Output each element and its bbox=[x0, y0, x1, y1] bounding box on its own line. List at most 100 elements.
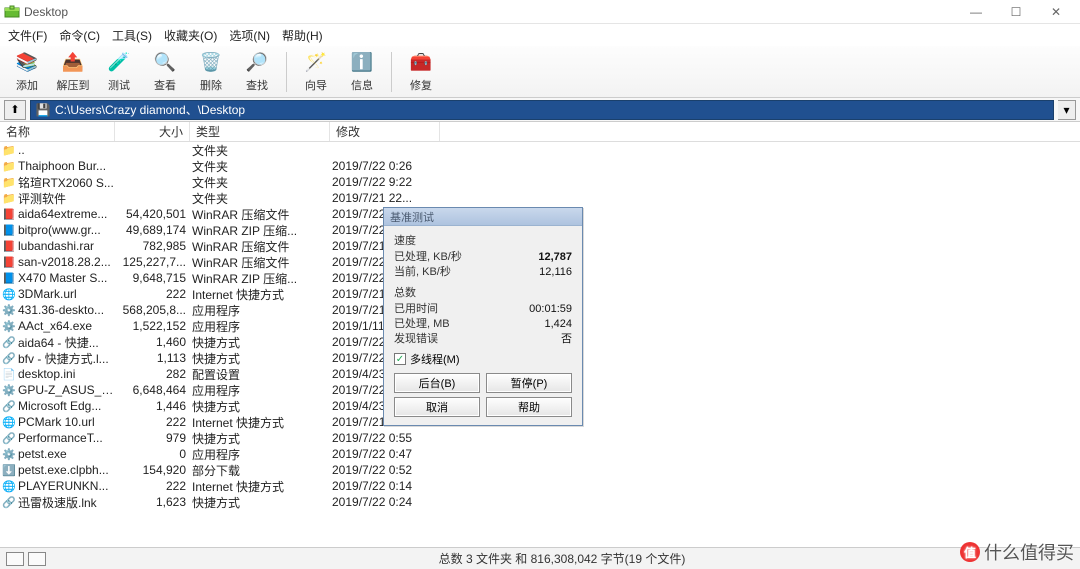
file-size: 222 bbox=[117, 287, 192, 301]
folder-icon: 📁 bbox=[2, 159, 16, 173]
file-size: 979 bbox=[117, 431, 192, 445]
file-type: 配置设置 bbox=[192, 366, 332, 383]
minimize-button[interactable]: — bbox=[956, 0, 996, 24]
dialog-multithread-label: 多线程(M) bbox=[410, 351, 460, 367]
file-size: 6,648,464 bbox=[117, 383, 192, 397]
file-name: lubandashi.rar bbox=[18, 239, 117, 253]
file-row[interactable]: 🌐PLAYERUNKN...222Internet 快捷方式2019/7/22 … bbox=[0, 478, 1080, 494]
dialog-background-button[interactable]: 后台(B) bbox=[394, 373, 480, 393]
dialog-multithread-checkbox[interactable]: ✓ 多线程(M) bbox=[394, 351, 572, 367]
file-size: 154,920 bbox=[117, 463, 192, 477]
file-row[interactable]: 📁..文件夹 bbox=[0, 142, 1080, 158]
file-size: 568,205,8... bbox=[117, 303, 192, 317]
path-box[interactable]: 💾 C:\Users\Crazy diamond、\Desktop bbox=[30, 100, 1054, 120]
toolbar-test-label: 测试 bbox=[108, 77, 130, 93]
toolbar-add-button[interactable]: 📚 添加 bbox=[6, 48, 48, 96]
file-row[interactable]: 📁铭瑄RTX2060 S...文件夹2019/7/22 9:22 bbox=[0, 174, 1080, 190]
menu-help[interactable]: 帮助(H) bbox=[282, 27, 323, 44]
col-size[interactable]: 大小 bbox=[115, 122, 190, 141]
path-text: C:\Users\Crazy diamond、\Desktop bbox=[55, 101, 245, 118]
file-row[interactable]: ⬇️petst.exe.clpbh...154,920部分下载2019/7/22… bbox=[0, 462, 1080, 478]
zip-icon: 📘 bbox=[2, 271, 16, 285]
file-name: Microsoft Edg... bbox=[18, 399, 117, 413]
toolbar-add-label: 添加 bbox=[16, 77, 38, 93]
menu-command[interactable]: 命令(C) bbox=[59, 27, 100, 44]
statusbar: 总数 3 文件夹 和 816,308,042 字节(19 个文件) bbox=[0, 547, 1080, 569]
ini-icon: 📄 bbox=[2, 367, 16, 381]
lnk-icon: 🔗 bbox=[2, 495, 16, 509]
file-row[interactable]: 🔗PerformanceT...979快捷方式2019/7/22 0:55 bbox=[0, 430, 1080, 446]
toolbar-extract-button[interactable]: 📤 解压到 bbox=[52, 48, 94, 96]
file-type: WinRAR 压缩文件 bbox=[192, 206, 332, 223]
view-icon: 🔍 bbox=[153, 51, 177, 75]
col-modified[interactable]: 修改 bbox=[330, 122, 440, 141]
dialog-title[interactable]: 基准测试 bbox=[384, 208, 582, 226]
toolbar-repair-label: 修复 bbox=[410, 77, 432, 93]
toolbar-wizard-button[interactable]: 🪄 向导 bbox=[295, 48, 337, 96]
menu-options[interactable]: 选项(N) bbox=[229, 27, 270, 44]
close-button[interactable]: ✕ bbox=[1036, 0, 1076, 24]
dialog-cancel-button[interactable]: 取消 bbox=[394, 397, 480, 417]
file-type: 快捷方式 bbox=[192, 494, 332, 511]
status-slot bbox=[6, 552, 24, 566]
dialog-pause-button[interactable]: 暂停(P) bbox=[486, 373, 572, 393]
col-type[interactable]: 类型 bbox=[190, 122, 330, 141]
file-type: Internet 快捷方式 bbox=[192, 286, 332, 303]
file-name: desktop.ini bbox=[18, 367, 117, 381]
exe-icon: ⚙️ bbox=[2, 319, 16, 333]
file-row[interactable]: ⚙️petst.exe0应用程序2019/7/22 0:47 bbox=[0, 446, 1080, 462]
file-row[interactable]: 🔗迅雷极速版.lnk1,623快捷方式2019/7/22 0:24 bbox=[0, 494, 1080, 510]
drive-icon: 💾 bbox=[35, 103, 51, 117]
lnk-icon: 🔗 bbox=[2, 351, 16, 365]
file-type: 文件夹 bbox=[192, 174, 332, 191]
file-type: WinRAR ZIP 压缩... bbox=[192, 270, 332, 287]
menu-file[interactable]: 文件(F) bbox=[8, 27, 47, 44]
toolbar-test-button[interactable]: 🧪 测试 bbox=[98, 48, 140, 96]
file-size: 1,446 bbox=[117, 399, 192, 413]
toolbar-view-button[interactable]: 🔍 查看 bbox=[144, 48, 186, 96]
part-icon: ⬇️ bbox=[2, 463, 16, 477]
dialog-processed-mb-label: 已处理, MB bbox=[394, 317, 450, 332]
file-name: PCMark 10.url bbox=[18, 415, 117, 429]
window-title: Desktop bbox=[24, 5, 68, 19]
file-size: 54,420,501 bbox=[117, 207, 192, 221]
file-row[interactable]: 📁Thaiphoon Bur...文件夹2019/7/22 0:26 bbox=[0, 158, 1080, 174]
file-type: 快捷方式 bbox=[192, 334, 332, 351]
file-modified: 2019/7/22 0:55 bbox=[332, 431, 442, 445]
file-name: PerformanceT... bbox=[18, 431, 117, 445]
menu-tools[interactable]: 工具(S) bbox=[112, 27, 152, 44]
dialog-help-button[interactable]: 帮助 bbox=[486, 397, 572, 417]
file-size: 1,460 bbox=[117, 335, 192, 349]
maximize-button[interactable]: ☐ bbox=[996, 0, 1036, 24]
toolbar-delete-button[interactable]: 🗑️ 删除 bbox=[190, 48, 232, 96]
rar-icon: 📕 bbox=[2, 239, 16, 253]
file-size: 222 bbox=[117, 415, 192, 429]
file-name: 评测软件 bbox=[18, 190, 117, 207]
test-icon: 🧪 bbox=[107, 51, 131, 75]
menubar: 文件(F) 命令(C) 工具(S) 收藏夹(O) 选项(N) 帮助(H) bbox=[0, 24, 1080, 46]
file-type: Internet 快捷方式 bbox=[192, 414, 332, 431]
toolbar-wizard-label: 向导 bbox=[305, 77, 327, 93]
folder-up-icon: 📁 bbox=[2, 143, 16, 157]
file-name: petst.exe bbox=[18, 447, 117, 461]
toolbar-info-button[interactable]: ℹ️ 信息 bbox=[341, 48, 383, 96]
toolbar-separator bbox=[286, 52, 287, 92]
toolbar-find-label: 查找 bbox=[246, 77, 268, 93]
toolbar: 📚 添加 📤 解压到 🧪 测试 🔍 查看 🗑️ 删除 🔎 查找 🪄 向导 ℹ️ … bbox=[0, 46, 1080, 98]
file-name: X470 Master S... bbox=[18, 271, 117, 285]
dialog-total-heading: 总数 bbox=[394, 284, 572, 300]
file-type: WinRAR ZIP 压缩... bbox=[192, 222, 332, 239]
file-row[interactable]: 📁评测软件文件夹2019/7/21 22... bbox=[0, 190, 1080, 206]
toolbar-find-button[interactable]: 🔎 查找 bbox=[236, 48, 278, 96]
col-name[interactable]: 名称 bbox=[0, 122, 115, 141]
dialog-elapsed-label: 已用时间 bbox=[394, 302, 438, 317]
checkbox-checked-icon: ✓ bbox=[394, 353, 406, 365]
titlebar: Desktop — ☐ ✕ bbox=[0, 0, 1080, 24]
watermark-text: 什么值得买 bbox=[984, 539, 1074, 565]
menu-favorites[interactable]: 收藏夹(O) bbox=[164, 27, 217, 44]
file-type: 应用程序 bbox=[192, 302, 332, 319]
toolbar-extract-label: 解压到 bbox=[57, 77, 90, 93]
toolbar-repair-button[interactable]: 🧰 修复 bbox=[400, 48, 442, 96]
path-dropdown-button[interactable]: ▾ bbox=[1058, 100, 1076, 120]
up-button[interactable]: ⬆ bbox=[4, 100, 26, 120]
